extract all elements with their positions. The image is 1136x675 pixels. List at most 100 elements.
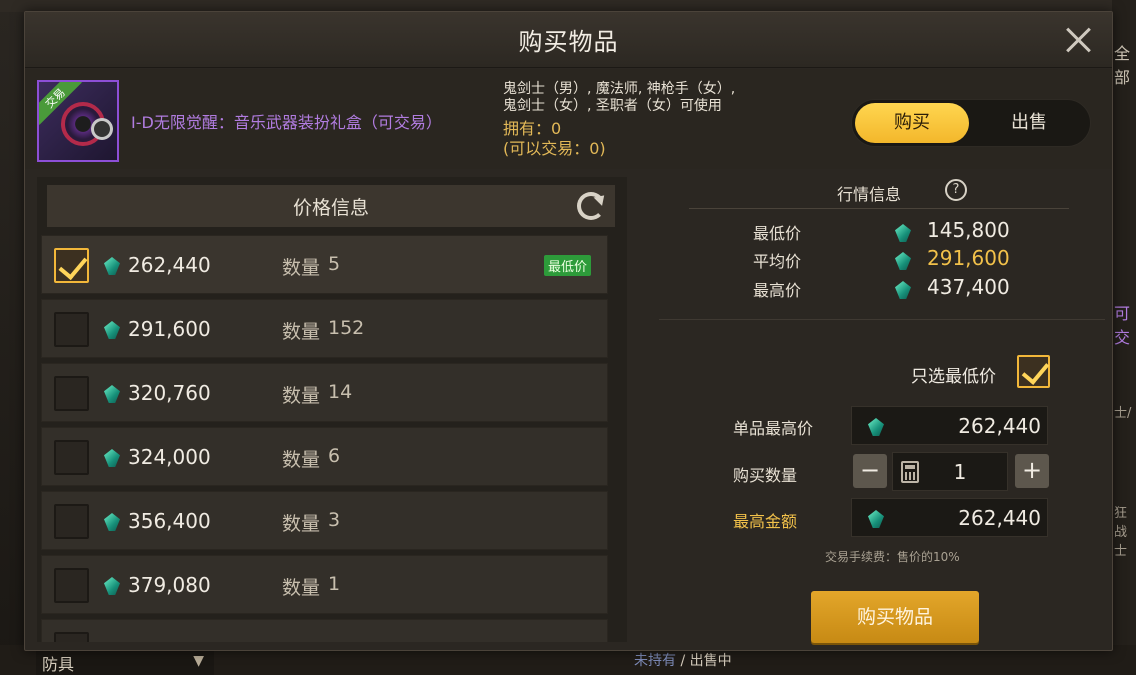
tab-sell[interactable]: 出售 [972,103,1086,143]
row-qty-label: 数量 [282,385,321,407]
max-total-label: 最高金额 [733,512,798,531]
gem-icon [104,577,120,595]
row-checkbox[interactable] [54,504,89,539]
divider [689,208,1069,209]
quantity-stepper: − 1 + [659,452,1105,491]
item-header: 交易 I-D无限觉醒：音乐武器装扮礼盒（可交易） 鬼剑士（男）, 魔法师, 神枪… [25,69,1112,169]
market-max-label: 最高价 [753,281,802,300]
lowest-price-badge: 最低价 [544,255,592,276]
row-qty-value: 5 [328,253,341,275]
row-price: 291,600 [128,317,211,341]
row-qty-label: 数量 [282,577,321,599]
gem-icon [104,449,120,467]
item-icon[interactable]: 交易 [37,80,119,162]
status-sep: / [676,653,690,669]
item-usable-classes: 鬼剑士（男）, 魔法师, 神枪手（女）, 鬼剑士（女）, 圣职者（女）可使用 [503,81,803,115]
item-owned-info: 拥有：0 (可以交易：0) [503,119,606,159]
item-art-knob [91,118,113,140]
refresh-icon[interactable] [577,192,605,220]
row-qty-value: 6 [328,445,341,467]
gem-icon [868,418,884,436]
tab-buy[interactable]: 购买 [855,103,969,143]
category-filter-dropdown[interactable]: 防具 ▼ [36,649,214,675]
market-info-title: 行情信息 [837,185,902,204]
buy-item-dialog: 购买物品 交易 I-D无限觉醒：音乐武器装扮礼盒（可交易） 鬼剑士（男）, 魔法… [24,11,1113,651]
row-checkbox[interactable] [54,376,89,411]
price-row[interactable]: 379,080 数量 1 [41,555,608,614]
usable-classes-line1: 鬼剑士（男）, 魔法师, 神枪手（女）, [503,81,736,97]
row-checkbox[interactable] [54,248,89,283]
bg-text-tradeable: 可交 [1114,304,1131,347]
row-qty-label: 数量 [282,321,321,343]
row-qty-label: 数量 [282,449,321,471]
status-not-owned: 未持有 [634,653,676,669]
unit-max-price-label: 单品最高价 [733,419,814,438]
calculator-icon[interactable] [901,461,919,483]
only-lowest-checkbox[interactable] [1017,355,1050,388]
quantity-value: 1 [953,460,967,484]
increase-quantity-button[interactable]: + [1015,454,1049,488]
usable-classes-line2: 鬼剑士（女）, 圣职者（女）可使用 [503,98,722,114]
row-checkbox[interactable] [54,632,89,642]
chevron-down-icon: ▼ [193,653,204,669]
market-max-row: 最高价 437,400 [659,275,1105,301]
row-checkbox[interactable] [54,568,89,603]
gem-icon [104,513,120,531]
gem-icon [104,321,120,339]
market-avg-row: 平均价 291,600 [659,246,1105,272]
item-name: I-D无限觉醒：音乐武器装扮礼盒（可交易） [131,113,442,132]
price-row-partial[interactable] [41,619,608,642]
row-checkbox[interactable] [54,440,89,475]
buy-sell-toggle: 购买 出售 [851,99,1091,147]
quantity-input[interactable]: 1 [892,452,1008,491]
background-listing-status: 未持有 / 出售中 [634,650,732,670]
only-lowest-label: 只选最低价 [911,367,996,387]
row-checkbox[interactable] [54,312,89,347]
market-avg-value: 291,600 [927,246,1010,270]
gem-icon [895,224,911,242]
buy-item-button[interactable]: 购买物品 [811,591,979,643]
gem-icon [895,281,911,299]
owned-count: 拥有：0 [503,119,562,138]
row-price: 379,080 [128,573,211,597]
market-min-value: 145,800 [927,218,1010,242]
close-icon[interactable] [1062,24,1094,56]
price-row[interactable]: 324,000 数量 6 [41,427,608,486]
gem-icon [104,385,120,403]
row-qty-value: 14 [328,381,353,403]
status-on-sale: 出售中 [689,653,732,669]
help-icon[interactable]: ? [945,179,967,201]
price-row[interactable]: 262,440 数量 5 最低价 [41,235,608,294]
market-min-label: 最低价 [753,224,802,243]
decrease-quantity-button[interactable]: − [853,454,887,488]
price-row[interactable]: 320,760 数量 14 [41,363,608,422]
unit-max-price-field[interactable]: 262,440 [851,406,1048,445]
background-right-column: 全部 可交 士/ 狂战士 [1112,0,1136,675]
category-filter-value: 防具 [42,654,75,674]
unit-max-price-value: 262,440 [958,414,1041,438]
bg-text-class2: 狂战士 [1114,506,1128,559]
tradeable-count: (可以交易：0) [503,139,606,158]
market-max-value: 437,400 [927,275,1010,299]
max-total-value: 262,440 [958,506,1041,530]
gem-icon [868,510,884,528]
market-avg-label: 平均价 [753,252,802,271]
purchase-panel: 行情信息 ? 最低价 145,800 平均价 291,600 最高价 437,4… [659,177,1105,647]
max-total-field: 262,440 [851,498,1048,537]
gem-icon [895,252,911,270]
row-qty-label: 数量 [282,257,321,279]
price-info-header: 价格信息 [47,185,615,227]
bg-text-all: 全部 [1114,44,1131,87]
dialog-title: 购买物品 [518,28,619,56]
row-qty-value: 152 [328,317,365,339]
price-info-title: 价格信息 [292,197,369,219]
price-row[interactable]: 291,600 数量 152 [41,299,608,358]
row-qty-label: 数量 [282,513,321,535]
row-price: 262,440 [128,253,211,277]
price-row[interactable]: 356,400 数量 3 [41,491,608,550]
dialog-title-bar: 购买物品 [25,12,1112,68]
gem-icon [104,257,120,275]
row-price: 320,760 [128,381,211,405]
row-qty-value: 3 [328,509,341,531]
row-price: 356,400 [128,509,211,533]
